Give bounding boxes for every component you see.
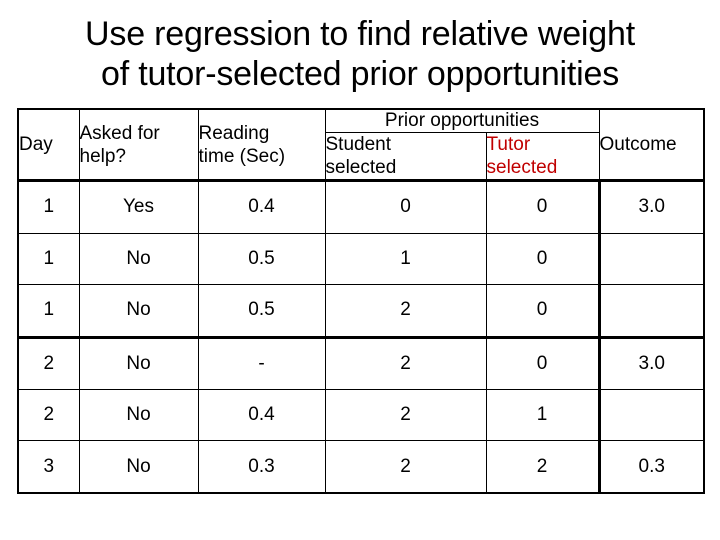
cell-outcome	[597, 389, 705, 442]
column-header-asked-for-help-line-2: help?	[79, 145, 127, 167]
cell-tutor-selected: 1	[485, 389, 600, 442]
column-header-tutor-selected-line-2: selected	[486, 157, 558, 178]
cell-reading-time: 0.5	[197, 232, 326, 285]
cell-day: 2	[17, 336, 80, 391]
cell-asked-for-help: No	[78, 283, 199, 339]
column-header-student-selected-line-2: selected	[325, 157, 397, 178]
cell-day: 3	[17, 440, 80, 494]
cell-asked-for-help: No	[78, 440, 199, 494]
cell-reading-time: 0.5	[197, 283, 326, 339]
page-title-line-1: Use regression to find relative weight	[85, 15, 635, 53]
table-row: 1 No 0.5 1 0	[17, 232, 705, 285]
cell-outcome: 3.0	[597, 180, 705, 234]
table-body: 1 Yes 0.4 0 0 3.0 1 No 0.5 1 0 1 No 0.5 …	[17, 180, 705, 494]
column-group-header-prior-opportunities: Prior opportunities	[324, 108, 600, 133]
cell-reading-time: 0.3	[197, 440, 326, 494]
table-row: 3 No 0.3 2 2 0.3	[17, 440, 705, 494]
cell-asked-for-help: Yes	[78, 180, 199, 234]
cell-asked-for-help: No	[78, 232, 199, 285]
cell-student-selected: 2	[324, 336, 487, 391]
table-row: 1 No 0.5 2 0	[17, 283, 705, 339]
column-header-reading-time-line-1: Reading	[198, 122, 270, 144]
column-header-tutor-selected: Tutor selected	[485, 132, 600, 182]
page-title-line-2: of tutor-selected prior opportunities	[101, 55, 619, 93]
column-header-asked-for-help-line-1: Asked for	[79, 122, 160, 144]
column-header-day: Day	[17, 108, 80, 182]
column-header-outcome: Outcome	[598, 108, 705, 182]
cell-student-selected: 0	[324, 180, 487, 234]
cell-tutor-selected: 0	[485, 180, 600, 234]
column-header-reading-time-line-2: time (Sec)	[198, 145, 286, 167]
cell-tutor-selected: 2	[485, 440, 600, 494]
cell-tutor-selected: 0	[485, 232, 600, 285]
cell-student-selected: 2	[324, 440, 487, 494]
cell-reading-time: -	[197, 336, 326, 391]
regression-data-table: Day Asked for help? Reading time (Sec) P…	[17, 108, 706, 494]
table-header: Day Asked for help? Reading time (Sec) P…	[17, 108, 705, 182]
cell-asked-for-help: No	[78, 389, 199, 442]
cell-day: 2	[17, 389, 80, 442]
cell-reading-time: 0.4	[197, 389, 326, 442]
cell-student-selected: 2	[324, 283, 487, 339]
cell-student-selected: 2	[324, 389, 487, 442]
column-header-tutor-selected-line-1: Tutor	[486, 134, 531, 155]
cell-outcome: 3.0	[597, 336, 705, 391]
table-row: 2 No 0.4 2 1	[17, 389, 705, 442]
cell-asked-for-help: No	[78, 336, 199, 391]
cell-outcome	[597, 283, 705, 339]
table-row: 1 Yes 0.4 0 0 3.0	[17, 180, 705, 234]
page-title: Use regression to find relative weight o…	[8, 14, 712, 94]
cell-day: 1	[17, 180, 80, 234]
table-row: 2 No - 2 0 3.0	[17, 336, 705, 391]
cell-tutor-selected: 0	[485, 336, 600, 391]
cell-student-selected: 1	[324, 232, 487, 285]
column-header-reading-time: Reading time (Sec)	[197, 108, 326, 182]
cell-day: 1	[17, 232, 80, 285]
slide-canvas: Use regression to find relative weight o…	[0, 0, 720, 540]
cell-reading-time: 0.4	[197, 180, 326, 234]
column-header-student-selected-line-1: Student	[325, 134, 392, 155]
table-header-row-primary: Day Asked for help? Reading time (Sec) P…	[17, 108, 705, 182]
cell-outcome: 0.3	[597, 440, 705, 494]
column-header-student-selected: Student selected	[324, 132, 487, 182]
data-table-container: Day Asked for help? Reading time (Sec) P…	[17, 108, 706, 494]
column-header-asked-for-help: Asked for help?	[78, 108, 199, 182]
cell-outcome	[597, 232, 705, 285]
cell-day: 1	[17, 283, 80, 339]
cell-tutor-selected: 0	[485, 283, 600, 339]
